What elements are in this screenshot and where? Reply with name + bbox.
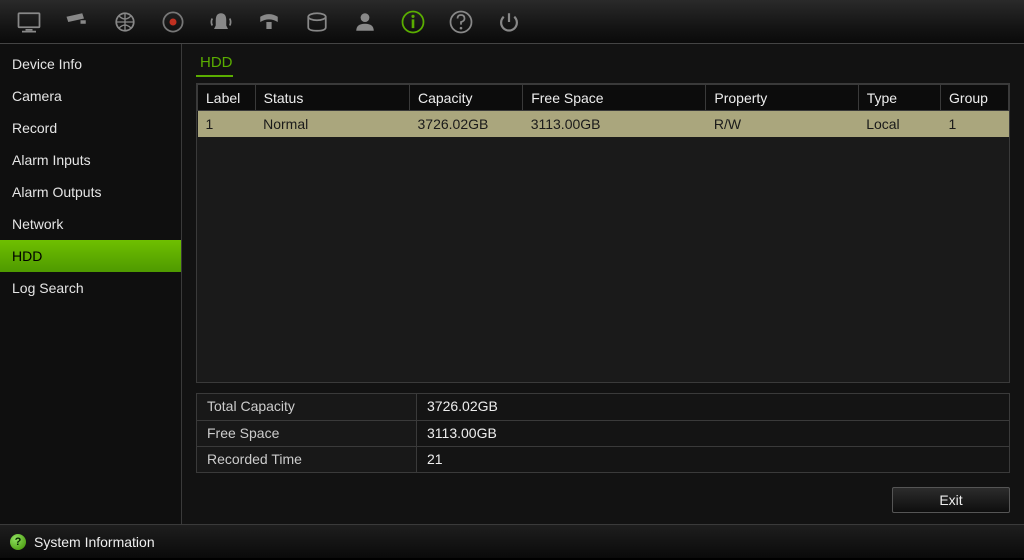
summary-value: 3113.00GB — [417, 421, 1009, 446]
info-icon[interactable] — [390, 4, 436, 40]
body: Device Info Camera Record Alarm Inputs A… — [0, 44, 1024, 524]
ptz-icon[interactable] — [246, 4, 292, 40]
help-icon[interactable] — [438, 4, 484, 40]
th-status[interactable]: Status — [255, 85, 409, 111]
th-free-space[interactable]: Free Space — [523, 85, 706, 111]
status-text: System Information — [34, 534, 155, 550]
record-icon[interactable] — [150, 4, 196, 40]
main-panel: HDD Label Status Capacity Free Space Pro… — [182, 44, 1024, 524]
power-icon[interactable] — [486, 4, 532, 40]
th-property[interactable]: Property — [706, 85, 858, 111]
sidebar-item-label: Alarm Inputs — [12, 152, 91, 168]
th-capacity[interactable]: Capacity — [410, 85, 523, 111]
sidebar-item-alarm-outputs[interactable]: Alarm Outputs — [0, 176, 181, 208]
cell-capacity: 3726.02GB — [410, 111, 523, 137]
sidebar-item-device-info[interactable]: Device Info — [0, 48, 181, 80]
sidebar-item-alarm-inputs[interactable]: Alarm Inputs — [0, 144, 181, 176]
sidebar-item-label: Log Search — [12, 280, 84, 296]
sidebar-item-camera[interactable]: Camera — [0, 80, 181, 112]
th-type[interactable]: Type — [858, 85, 940, 111]
camera-icon[interactable] — [54, 4, 100, 40]
cell-label: 1 — [198, 111, 256, 137]
top-toolbar — [0, 0, 1024, 44]
th-label[interactable]: Label — [198, 85, 256, 111]
sidebar-item-label: Camera — [12, 88, 62, 104]
summary-row-total-capacity: Total Capacity 3726.02GB — [197, 394, 1009, 420]
sidebar-item-log-search[interactable]: Log Search — [0, 272, 181, 304]
th-group[interactable]: Group — [941, 85, 1009, 111]
cell-type: Local — [858, 111, 940, 137]
table-header-row: Label Status Capacity Free Space Propert… — [198, 85, 1009, 111]
sidebar-item-label: Device Info — [12, 56, 82, 72]
page-title: HDD — [196, 52, 233, 77]
sidebar-item-label: Network — [12, 216, 63, 232]
hdd-table-wrap: Label Status Capacity Free Space Propert… — [196, 83, 1010, 383]
globe-icon[interactable] — [102, 4, 148, 40]
sidebar-item-label: HDD — [12, 248, 42, 264]
cell-status: Normal — [255, 111, 409, 137]
sidebar-item-record[interactable]: Record — [0, 112, 181, 144]
sidebar-item-hdd[interactable]: HDD — [0, 240, 181, 272]
summary-row-free-space: Free Space 3113.00GB — [197, 420, 1009, 446]
sidebar: Device Info Camera Record Alarm Inputs A… — [0, 44, 182, 524]
cell-group: 1 — [941, 111, 1009, 137]
cell-free-space: 3113.00GB — [523, 111, 706, 137]
cell-property: R/W — [706, 111, 858, 137]
hdd-table: Label Status Capacity Free Space Propert… — [197, 84, 1009, 137]
alarm-icon[interactable] — [198, 4, 244, 40]
exit-button[interactable]: Exit — [892, 487, 1010, 513]
table-row[interactable]: 1 Normal 3726.02GB 3113.00GB R/W Local 1 — [198, 111, 1009, 137]
hdd-icon[interactable] — [294, 4, 340, 40]
summary-box: Total Capacity 3726.02GB Free Space 3113… — [196, 393, 1010, 473]
summary-value: 3726.02GB — [417, 394, 1009, 420]
user-icon[interactable] — [342, 4, 388, 40]
summary-value: 21 — [417, 447, 1009, 472]
monitor-icon[interactable] — [6, 4, 52, 40]
summary-label: Recorded Time — [197, 447, 417, 472]
sidebar-item-label: Alarm Outputs — [12, 184, 101, 200]
summary-row-recorded-time: Recorded Time 21 — [197, 446, 1009, 472]
status-info-icon: ? — [10, 534, 26, 550]
summary-label: Total Capacity — [197, 394, 417, 420]
summary-label: Free Space — [197, 421, 417, 446]
sidebar-item-network[interactable]: Network — [0, 208, 181, 240]
sidebar-item-label: Record — [12, 120, 57, 136]
footer-buttons: Exit — [196, 487, 1010, 513]
status-bar: ? System Information — [0, 524, 1024, 558]
